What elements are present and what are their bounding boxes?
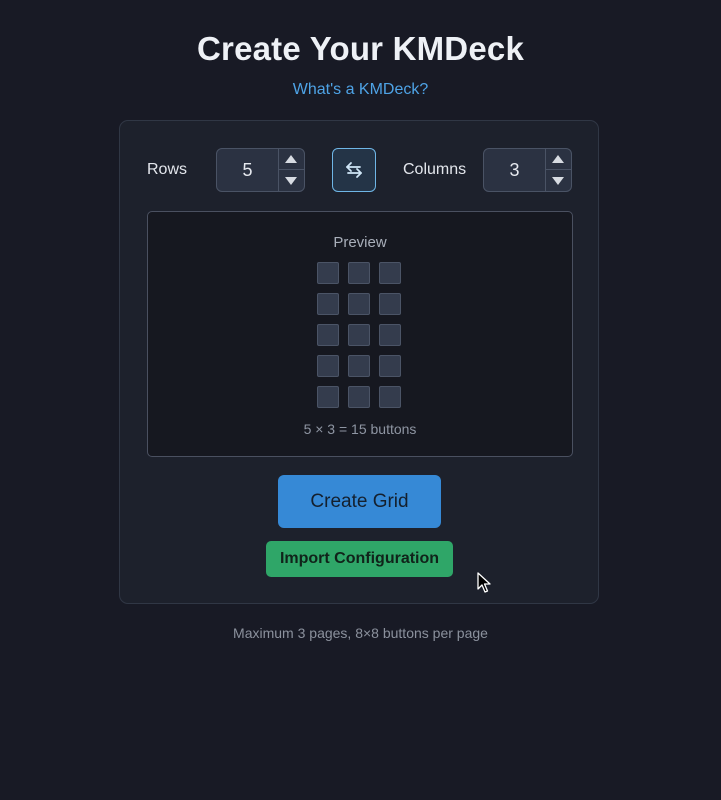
import-configuration-button[interactable]: Import Configuration [266, 541, 453, 577]
preview-cell [317, 324, 339, 346]
rows-decrement-button[interactable] [278, 170, 304, 191]
rows-input[interactable]: 5 [217, 149, 279, 191]
chevron-down-icon [552, 176, 564, 185]
columns-input[interactable]: 3 [484, 149, 546, 191]
columns-increment-button[interactable] [545, 149, 571, 170]
preview-grid [317, 262, 403, 408]
chevron-up-icon [552, 155, 564, 163]
preview-cell [348, 262, 370, 284]
preview-cell [379, 262, 401, 284]
preview-cell [348, 386, 370, 408]
preview-cell [317, 355, 339, 377]
preview-cell [379, 355, 401, 377]
limits-note: Maximum 3 pages, 8×8 buttons per page [233, 625, 488, 641]
columns-label: Columns [403, 161, 467, 178]
rows-label: Rows [147, 161, 188, 178]
swap-arrows-icon [346, 162, 362, 178]
create-grid-button[interactable]: Create Grid [278, 475, 441, 528]
preview-caption: 5 × 3 = 15 buttons [303, 421, 417, 437]
preview-cell [379, 324, 401, 346]
preview-title: Preview [333, 234, 387, 251]
chevron-down-icon [285, 176, 297, 185]
page-title: Create Your KMDeck [197, 30, 524, 67]
grid-preview: Preview 5 × 3 = 15 buttons [147, 211, 573, 457]
rows-increment-button[interactable] [278, 149, 304, 170]
columns-stepper[interactable]: 3 [483, 148, 572, 192]
create-deck-card: Rows 5 Columns 3 Preview 5 × 3 = 15 butt… [119, 120, 599, 604]
preview-cell [379, 386, 401, 408]
preview-cell [348, 293, 370, 315]
preview-cell [379, 293, 401, 315]
preview-cell [348, 355, 370, 377]
preview-cell [317, 262, 339, 284]
whats-a-kmdeck-link[interactable]: What's a KMDeck? [0, 81, 721, 99]
swap-rows-columns-button[interactable] [332, 148, 376, 192]
rows-stepper[interactable]: 5 [216, 148, 305, 192]
preview-cell [317, 386, 339, 408]
preview-cell [317, 293, 339, 315]
page: Create Your KMDeck What's a KMDeck? Rows… [0, 0, 721, 800]
chevron-up-icon [285, 155, 297, 163]
columns-decrement-button[interactable] [545, 170, 571, 191]
preview-cell [348, 324, 370, 346]
